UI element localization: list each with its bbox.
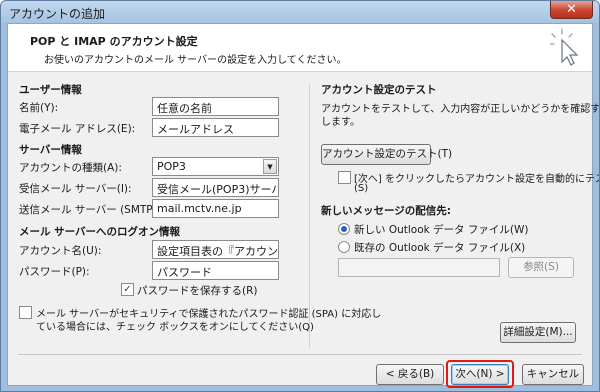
remember-password-label: パスワードを保存する(R): [137, 285, 258, 297]
window-title: アカウントの追加: [9, 7, 106, 21]
remember-password-checkbox[interactable]: ✓: [121, 283, 134, 296]
next-button[interactable]: 次へ(N) >: [451, 364, 509, 385]
auto-test-label-line2: (S): [354, 183, 369, 194]
account-type-value: POP3: [157, 160, 186, 173]
add-account-dialog: アカウントの追加 ✕ POP と IMAP のアカウント設定 お使いのアカウント…: [0, 0, 600, 392]
close-button[interactable]: ✕: [550, 1, 593, 19]
auto-test-label-line1: [次へ] をクリックしたらアカウント設定を自動的にテストする: [354, 174, 599, 185]
spa-label-line2: ている場合には、チェック ボックスをオンにしてください(Q): [36, 322, 314, 333]
spa-checkbox[interactable]: [19, 306, 32, 319]
password-field[interactable]: パスワード: [152, 261, 279, 280]
account-type-dropdown[interactable]: POP3 ▼: [152, 157, 279, 176]
existing-data-file-label: 既存の Outlook データ ファイル(X): [354, 242, 526, 254]
footer-divider: [18, 354, 582, 355]
outgoing-server-field[interactable]: mail.mctv.ne.jp: [152, 199, 279, 218]
test-description-line2: します。: [321, 117, 360, 128]
back-button[interactable]: < 戻る(B): [376, 364, 444, 385]
logon-info-heading: メール サーバーへのログオン情報: [19, 226, 181, 238]
email-label: 電子メール アドレス(E):: [19, 123, 136, 135]
header-subtitle: お使いのアカウントのメール サーバーの設定を入力してください。: [44, 55, 347, 66]
new-data-file-radio[interactable]: [338, 223, 350, 235]
cursor-sparkle-icon: [550, 28, 579, 66]
dialog-header: POP と IMAP のアカウント設定 お使いのアカウントのメール サーバーの設…: [8, 24, 592, 72]
test-description-line1: アカウントをテストして、入力内容が正しいかどうかを確認することをお勧め: [321, 104, 600, 115]
email-field[interactable]: メールアドレス: [152, 118, 279, 137]
user-info-heading: ユーザー情報: [19, 84, 82, 96]
incoming-server-field[interactable]: 受信メール(POP3)サーバー: [152, 178, 279, 197]
account-name-field[interactable]: 設定項目表の『アカウント』: [152, 240, 279, 259]
existing-data-file-radio[interactable]: [338, 241, 350, 253]
auto-test-checkbox[interactable]: [338, 171, 351, 184]
test-account-settings-button[interactable]: アカウント設定のテスト(T): [321, 144, 452, 165]
title-bar: アカウントの追加 ✕: [1, 1, 599, 23]
dialog-body: POP と IMAP のアカウント設定 お使いのアカウントのメール サーバーの設…: [7, 23, 599, 388]
header-title: POP と IMAP のアカウント設定: [30, 35, 198, 48]
account-name-label: アカウント名(U):: [19, 245, 102, 257]
account-type-label: アカウントの種類(A):: [19, 162, 122, 174]
test-settings-heading: アカウント設定のテスト: [321, 84, 437, 96]
browse-button[interactable]: 参照(S): [508, 257, 574, 278]
cancel-button[interactable]: キャンセル: [522, 364, 584, 385]
new-data-file-label: 新しい Outlook データ ファイル(W): [354, 224, 529, 236]
delivery-heading: 新しいメッセージの配信先:: [321, 205, 451, 217]
server-info-heading: サーバー情報: [19, 144, 82, 156]
name-label: 名前(Y):: [19, 102, 59, 114]
data-file-path-field[interactable]: [338, 258, 500, 277]
incoming-server-label: 受信メール サーバー(I):: [19, 183, 132, 195]
chevron-down-icon[interactable]: ▼: [263, 159, 277, 174]
name-field[interactable]: 任意の名前: [152, 97, 279, 116]
more-settings-button[interactable]: 詳細設定(M)...: [500, 322, 576, 343]
password-label: パスワード(P):: [19, 266, 90, 278]
